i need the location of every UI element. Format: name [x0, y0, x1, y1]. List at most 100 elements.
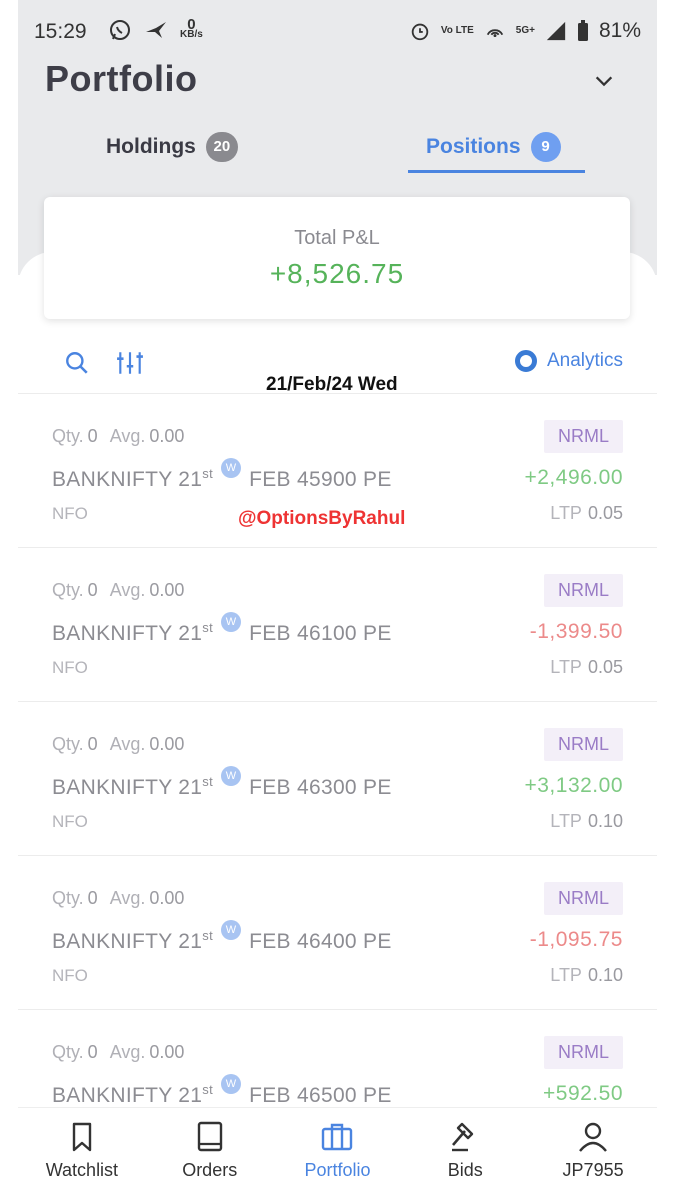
- active-tab-indicator: [408, 170, 585, 173]
- weekly-badge: W: [221, 612, 242, 632]
- app-screen: 15:29 0 KB/s Vo LTE 5G+ 81% Portfolio Ho…: [18, 0, 657, 1200]
- exchange: NFO: [52, 812, 88, 831]
- list-item[interactable]: Qty. 0 Avg. 0.00 NRML BANKNIFTY 21st W FEB 4…: [18, 394, 657, 548]
- alarm-icon: [411, 23, 429, 41]
- qty-avg: Qty. 0 Avg. 0.00: [52, 888, 196, 909]
- date-suffix: st: [202, 466, 213, 481]
- contract: FEB 46500 PE: [249, 1084, 392, 1107]
- ltp-label: LTP: [550, 965, 582, 985]
- date-suffix: st: [202, 774, 213, 789]
- weekly-badge: W: [221, 458, 242, 478]
- underlying: BANKNIFTY 21: [52, 776, 203, 799]
- avg-value: 0.00: [149, 888, 185, 908]
- tab-holdings[interactable]: Holdings 20: [106, 122, 238, 172]
- instrument-name: BANKNIFTY 21st W FEB 46400 PE: [52, 920, 392, 954]
- qty-value: 0: [87, 734, 98, 754]
- hotspot-icon: [486, 29, 503, 38]
- analytics-button[interactable]: Analytics: [514, 350, 623, 372]
- nav-watchlist-label: Watchlist: [45, 1160, 119, 1180]
- user-icon: [579, 1122, 608, 1152]
- ltp: LTP 0.05: [550, 503, 623, 524]
- avg-value: 0.00: [149, 1042, 185, 1062]
- date-suffix: st: [202, 928, 213, 943]
- nav-portfolio[interactable]: Portfolio: [274, 1108, 402, 1200]
- qty-value: 0: [87, 426, 98, 446]
- tab-positions[interactable]: Positions 9: [426, 122, 561, 172]
- list-item[interactable]: Qty. 0 Avg. 0.00 NRML BANKNIFTY 21st W FEB 4…: [18, 856, 657, 1010]
- status-bar: 15:29 0 KB/s Vo LTE 5G+ 81%: [18, 14, 657, 50]
- product-badge: NRML: [543, 574, 623, 607]
- date-suffix: st: [202, 1082, 213, 1097]
- contract: FEB 46100 PE: [249, 622, 392, 645]
- network-speed: 0 KB/s: [180, 17, 203, 40]
- instrument-name: BANKNIFTY 21st W FEB 45900 PE: [52, 458, 392, 492]
- avg-value: 0.00: [149, 734, 185, 754]
- avg-label: Avg.: [109, 1042, 146, 1062]
- filter-icon[interactable]: [116, 350, 144, 376]
- exchange: NFO: [52, 966, 88, 985]
- avg-label: Avg.: [109, 580, 146, 600]
- ltp-label: LTP: [550, 811, 582, 831]
- nav-profile-label: JP7955: [562, 1160, 624, 1180]
- qty-value: 0: [87, 1042, 98, 1062]
- instrument-name: BANKNIFTY 21st W FEB 46300 PE: [52, 766, 392, 800]
- ltp-value: 0.05: [587, 503, 623, 523]
- analytics-icon: [514, 350, 537, 372]
- right-margin: [657, 0, 675, 1200]
- avg-label: Avg.: [109, 888, 146, 908]
- avg-label: Avg.: [109, 734, 146, 754]
- ltp: LTP 0.10: [550, 965, 623, 986]
- underlying: BANKNIFTY 21: [52, 468, 203, 491]
- chevron-down-icon[interactable]: [593, 70, 615, 92]
- positions-count-badge: 9: [530, 132, 561, 162]
- position-pnl: +3,132.00: [524, 774, 623, 797]
- page-title: Portfolio: [45, 58, 198, 99]
- watermark: @OptionsByRahul: [238, 508, 406, 529]
- nav-watchlist[interactable]: Watchlist: [18, 1108, 146, 1200]
- analytics-label: Analytics: [546, 350, 623, 371]
- qty-avg: Qty. 0 Avg. 0.00: [52, 580, 196, 601]
- underlying: BANKNIFTY 21: [52, 622, 203, 645]
- list-item[interactable]: Qty. 0 Avg. 0.00 NRML BANKNIFTY 21st W FEB 4…: [18, 548, 657, 702]
- positions-list: Qty. 0 Avg. 0.00 NRML BANKNIFTY 21st W FEB 4…: [18, 393, 657, 1164]
- network-type: 5G+: [515, 25, 535, 36]
- nav-orders[interactable]: Orders: [146, 1108, 274, 1200]
- date-suffix: st: [202, 620, 213, 635]
- ltp-value: 0.05: [587, 657, 623, 677]
- ltp: LTP 0.05: [550, 657, 623, 678]
- tab-holdings-label: Holdings: [106, 135, 196, 158]
- nav-portfolio-label: Portfolio: [304, 1160, 371, 1180]
- ltp-value: 0.10: [587, 965, 623, 985]
- left-margin: [0, 0, 18, 1200]
- nav-bids[interactable]: Bids: [401, 1108, 529, 1200]
- status-right-icons: Vo LTE 5G+ 81%: [409, 19, 641, 43]
- product-badge: NRML: [543, 420, 623, 453]
- avg-value: 0.00: [149, 426, 185, 446]
- qty-label: Qty.: [52, 580, 84, 600]
- status-left-icons: 0 KB/s: [108, 17, 203, 42]
- position-pnl: -1,399.50: [529, 620, 623, 643]
- ltp-label: LTP: [550, 657, 582, 677]
- search-icon[interactable]: [64, 350, 90, 376]
- qty-label: Qty.: [52, 1042, 84, 1062]
- list-item[interactable]: Qty. 0 Avg. 0.00 NRML BANKNIFTY 21st W FEB 4…: [18, 702, 657, 856]
- battery-level: 81%: [598, 19, 641, 42]
- briefcase-icon: [322, 1123, 353, 1151]
- product-badge: NRML: [543, 882, 623, 915]
- qty-value: 0: [87, 888, 98, 908]
- weekly-badge: W: [221, 920, 242, 940]
- whatsapp-icon: [110, 20, 130, 40]
- holdings-count-badge: 20: [205, 132, 238, 162]
- qty-avg: Qty. 0 Avg. 0.00: [52, 734, 196, 755]
- bird-icon: [146, 22, 166, 38]
- qty-label: Qty.: [52, 888, 84, 908]
- nav-profile[interactable]: JP7955: [529, 1108, 657, 1200]
- position-pnl: +592.50: [543, 1082, 623, 1105]
- contract: FEB 46400 PE: [249, 930, 392, 953]
- signal-icon: [546, 21, 566, 41]
- product-badge: NRML: [543, 728, 623, 761]
- contract: FEB 45900 PE: [249, 468, 392, 491]
- avg-value: 0.00: [149, 580, 185, 600]
- underlying: BANKNIFTY 21: [52, 1084, 203, 1107]
- avg-label: Avg.: [109, 426, 146, 446]
